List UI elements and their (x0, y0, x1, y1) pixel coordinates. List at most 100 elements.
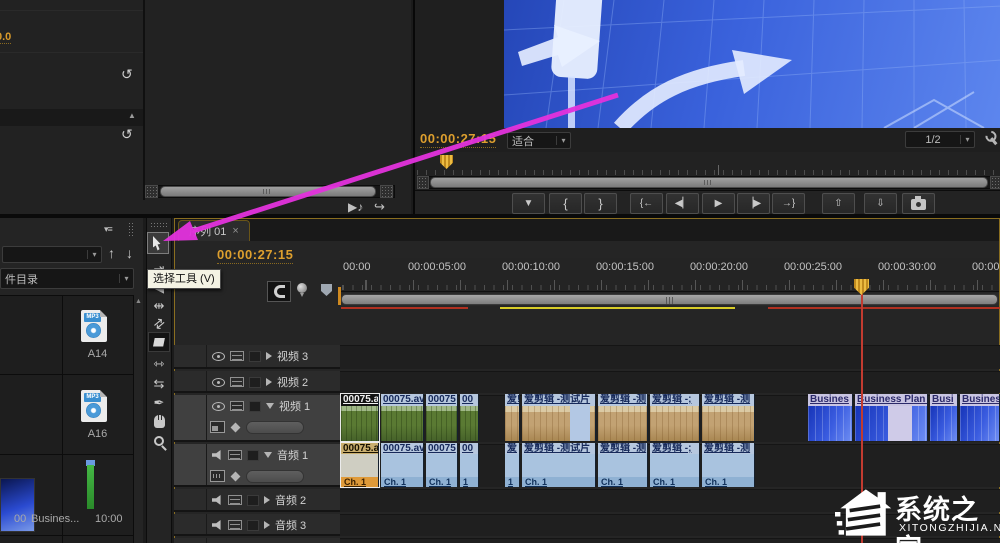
track-lock-toggle[interactable] (249, 400, 261, 412)
panel-grip-icon[interactable] (128, 222, 134, 236)
track-lock-toggle[interactable] (247, 494, 259, 506)
timeline-clip-video[interactable]: 爱剪辑 -测 (598, 394, 648, 441)
media-item-a16[interactable]: MP3 A16 (63, 376, 132, 454)
track-collapse-collapsed-icon[interactable] (266, 352, 272, 360)
snap-toggle[interactable] (267, 281, 291, 302)
track-lock-toggle[interactable] (247, 449, 259, 461)
work-area-start-handle[interactable] (338, 287, 341, 305)
step-forward-button[interactable]: ▕▶ (737, 193, 770, 214)
keyframe-diamond-icon[interactable] (230, 471, 241, 481)
go-to-out-button[interactable]: →} (772, 193, 805, 214)
waveform-style-icon[interactable] (210, 470, 225, 482)
step-back-button[interactable]: ◀▏ (666, 193, 699, 214)
work-area-grip[interactable] (665, 297, 675, 304)
timeline-clip-video[interactable]: Busines (808, 394, 853, 441)
scrollbar-endcap[interactable] (145, 185, 158, 198)
directory-select[interactable]: 件目录 ▾ (0, 268, 134, 289)
monitor-resolution-select[interactable]: 1/2 ▾ (905, 131, 975, 148)
keyframe-diamond-icon[interactable] (230, 422, 241, 432)
panel-grip-icon[interactable] (150, 222, 168, 229)
effect-value[interactable]: 0.0 (0, 31, 12, 44)
toggle-output-eye-icon[interactable] (212, 351, 225, 361)
monitor-hscroll-thumb[interactable] (430, 177, 988, 188)
timeline-clip-video[interactable]: Business Plan I (855, 394, 928, 441)
monitor-mini-ruler[interactable] (417, 152, 1000, 176)
track-lane-video-3[interactable] (340, 345, 1000, 369)
view-select[interactable]: ▾ (2, 246, 102, 263)
sync-lock-icon[interactable] (228, 520, 242, 530)
extract-button[interactable]: ⇩ (864, 193, 897, 214)
go-to-in-button[interactable]: {← (630, 193, 663, 214)
toggle-output-speaker-icon[interactable] (212, 450, 221, 460)
monitor-zoom-select[interactable]: 适合 ▾ (507, 132, 571, 149)
timeline-clip-audio[interactable]: 爱剪辑 -; Ch. 1 (650, 443, 700, 487)
track-collapse-expanded-icon[interactable] (266, 403, 274, 409)
timeline-clip-video[interactable]: 00075 (426, 394, 458, 441)
loop-button[interactable]: ↪ (374, 199, 385, 215)
track-lock-toggle[interactable] (247, 519, 259, 531)
tab-close-icon[interactable]: × (232, 225, 238, 237)
timeline-clip-audio[interactable]: 爱剪辑 -测试片 Ch. 1 (522, 443, 596, 487)
timeline-clip-video[interactable]: 爱剪辑 -; (650, 394, 700, 441)
timeline-clip-audio[interactable]: 00075.av Ch. 1 (381, 443, 424, 487)
track-collapse-expanded-icon[interactable] (264, 452, 272, 458)
timeline-clip-video[interactable]: Busi (930, 394, 958, 441)
slide-tool[interactable]: ⇆ (146, 374, 172, 393)
hand-tool[interactable] (146, 412, 172, 431)
mark-in-button[interactable]: { (549, 193, 582, 214)
track-header-video2[interactable]: 视频 2 (174, 371, 340, 393)
sync-lock-icon[interactable] (230, 377, 244, 387)
timeline-clip-video[interactable]: Busines (960, 394, 1000, 441)
collapse-arrow-icon[interactable]: ▲ (128, 111, 136, 120)
scroll-up-icon[interactable]: ▲ (134, 298, 143, 305)
track-slider[interactable] (246, 469, 304, 483)
toggle-output-speaker-icon[interactable] (212, 495, 221, 505)
video-preview[interactable] (504, 0, 1000, 128)
panel-menu-icon[interactable]: ▾≡ (104, 224, 113, 235)
set-encore-marker-button[interactable] (297, 283, 307, 297)
navigate-up-button[interactable]: ↑ (108, 245, 115, 261)
effect-hscroll-thumb[interactable] (160, 186, 376, 197)
set-marker-button[interactable] (321, 284, 332, 296)
timeline-clip-audio[interactable]: 爱剪辑 -测 Ch. 1 (702, 443, 755, 487)
display-style-icon[interactable] (210, 421, 225, 433)
lift-button[interactable]: ⇧ (822, 193, 855, 214)
mark-out-button[interactable]: } (584, 193, 617, 214)
timeline-timecode[interactable]: 00:00:27:15 (217, 247, 294, 264)
track-header-audio5[interactable]: 音频 2 (174, 489, 340, 512)
navigate-down-button[interactable]: ↓ (126, 245, 133, 261)
timeline-clip-video[interactable]: 爱剪辑 -测 (702, 394, 755, 441)
timeline-clip-video[interactable]: 爱剪辑 -测试片 (522, 394, 596, 441)
export-frame-button[interactable] (902, 193, 935, 214)
track-header-video3[interactable]: 视频 1 (174, 395, 340, 442)
timeline-clip-video[interactable]: 00075.av (381, 394, 424, 441)
scrollbar-endcap[interactable] (380, 185, 393, 198)
play-button[interactable]: ▶ (702, 193, 735, 214)
track-collapse-collapsed-icon[interactable] (266, 378, 272, 386)
track-header-audio4[interactable]: 音频 1 (174, 444, 340, 487)
sync-lock-icon[interactable] (228, 450, 242, 460)
razor-tool[interactable] (148, 332, 170, 352)
play-audio-button[interactable]: ▶♪ (348, 200, 363, 214)
timeline-clip-audio[interactable]: 00075.a Ch. 1 (340, 442, 380, 488)
track-lane-video-2[interactable] (340, 371, 1000, 393)
selection-tool[interactable] (147, 232, 169, 254)
media-item-business[interactable]: Busines... 10:00 (31, 456, 132, 535)
track-slider[interactable] (246, 420, 304, 434)
timeline-clip-video[interactable]: 00 (460, 394, 479, 441)
monitor-timecode[interactable]: 00:00:27:15 (420, 131, 497, 148)
toggle-output-eye-icon[interactable] (212, 377, 225, 387)
add-marker-button[interactable]: ▼ (512, 193, 545, 214)
zoom-tool[interactable] (146, 431, 172, 450)
timeline-clip-audio[interactable]: 爱剪辑 -测 Ch. 1 (598, 443, 648, 487)
sync-lock-icon[interactable] (230, 401, 244, 411)
reset-effect-button[interactable]: ↺ (121, 126, 133, 143)
pen-tool[interactable]: ✒ (146, 393, 172, 412)
monitor-playhead[interactable] (440, 155, 453, 169)
track-collapse-collapsed-icon[interactable] (264, 521, 270, 529)
timeline-clip-audio[interactable]: 00 1 (460, 443, 479, 487)
track-header-audio7[interactable]: 音频 4 (174, 538, 340, 543)
track-header-audio6[interactable]: 音频 3 (174, 514, 340, 536)
track-lock-toggle[interactable] (249, 376, 261, 388)
track-collapse-collapsed-icon[interactable] (264, 496, 270, 504)
